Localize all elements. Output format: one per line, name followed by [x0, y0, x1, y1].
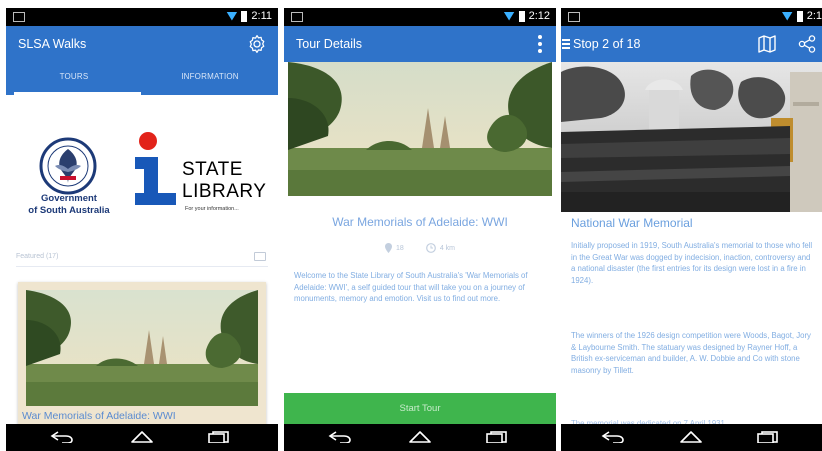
- tab-bar: TOURS INFORMATION: [6, 62, 278, 95]
- stop-hero-image: [561, 62, 822, 212]
- notification-icon: [13, 12, 25, 22]
- system-nav-bar: [284, 424, 556, 451]
- tour-title: War Memorials of Adelaide: WWI: [332, 215, 508, 229]
- wifi-icon: [503, 11, 515, 21]
- hamburger-menu-icon[interactable]: [562, 39, 570, 49]
- wifi-icon: [226, 11, 238, 21]
- state-library-logo-text: STATE LIBRARY: [182, 159, 267, 202]
- filter-icon[interactable]: [254, 252, 266, 261]
- tour-card-image: [26, 290, 258, 406]
- clock-icon: [425, 243, 436, 253]
- screen-tour-details: 2:12 Tour Details War Memorials of Adela…: [284, 8, 556, 451]
- system-nav-bar: [561, 424, 822, 451]
- battery-icon: [241, 10, 248, 22]
- status-bar: 2:1: [561, 8, 822, 26]
- status-time: 2:12: [528, 10, 550, 22]
- recents-icon[interactable]: [757, 431, 779, 443]
- system-nav-bar: [6, 424, 278, 451]
- back-arrow-icon[interactable]: [601, 431, 625, 443]
- location-pin-icon: [385, 243, 393, 253]
- tour-hero-picture: [288, 62, 552, 196]
- app-bar: SLSA Walks: [6, 26, 278, 62]
- filter-row[interactable]: Featured (17): [16, 251, 268, 267]
- stop-hero-picture: [561, 62, 822, 212]
- tour-description: Welcome to the State Library of South Au…: [294, 271, 528, 303]
- tour-distance: 4 km: [425, 243, 455, 253]
- logo-banner: Government of South Australia STATE LIBR…: [6, 103, 278, 233]
- wifi-icon: [781, 11, 793, 21]
- home-icon[interactable]: [408, 431, 432, 443]
- tour-meta: 18 4 km: [284, 243, 556, 253]
- share-icon[interactable]: [798, 35, 816, 53]
- app-title: Stop 2 of 18: [573, 37, 641, 51]
- status-time: 2:11: [251, 10, 272, 22]
- status-time: 2:1: [806, 10, 822, 22]
- app-title: Tour Details: [296, 37, 362, 51]
- back-arrow-icon[interactable]: [50, 431, 74, 443]
- library-tagline: For your information...: [185, 206, 239, 212]
- state-library-logo: [135, 132, 176, 205]
- tour-card-title: War Memorials of Adelaide: WWI: [22, 410, 176, 422]
- government-logo-text: Government of South Australia: [28, 193, 110, 216]
- screen-home: 2:11 SLSA Walks TOURS INFORMATION Govern…: [6, 8, 278, 451]
- stop-paragraph-1: Initially proposed in 1919, South Austra…: [571, 241, 813, 285]
- filter-label: Featured (17): [16, 253, 59, 260]
- map-icon[interactable]: [758, 35, 776, 53]
- tab-tours[interactable]: TOURS: [6, 62, 142, 95]
- app-title: SLSA Walks: [18, 37, 87, 51]
- status-bar: 2:12: [284, 8, 556, 26]
- back-arrow-icon[interactable]: [328, 431, 352, 443]
- recents-icon[interactable]: [208, 431, 230, 443]
- recents-icon[interactable]: [486, 431, 508, 443]
- stops-count: 18: [385, 243, 404, 253]
- stop-title: National War Memorial: [571, 216, 693, 230]
- battery-icon: [518, 10, 525, 22]
- app-bar: Stop 2 of 18: [561, 26, 822, 62]
- tab-indicator: [14, 92, 141, 95]
- tab-information[interactable]: INFORMATION: [142, 62, 278, 95]
- battery-icon: [796, 10, 803, 22]
- stop-paragraph-2: The winners of the 1926 design competiti…: [571, 331, 811, 375]
- kebab-menu-icon[interactable]: [538, 35, 542, 53]
- notification-icon: [291, 12, 303, 22]
- home-icon[interactable]: [679, 431, 703, 443]
- home-icon[interactable]: [130, 431, 154, 443]
- government-crest-logo: [39, 137, 97, 195]
- status-bar: 2:11: [6, 8, 278, 26]
- gear-icon[interactable]: [247, 34, 267, 54]
- app-bar: Tour Details: [284, 26, 556, 62]
- notification-icon: [568, 12, 580, 22]
- tour-hero-image: [288, 62, 552, 196]
- tour-card[interactable]: War Memorials of Adelaide: WWI: [18, 282, 266, 432]
- screen-stop-detail: 2:1 Stop 2 of 18 National War Memorial I…: [561, 8, 822, 451]
- start-tour-button[interactable]: Start Tour: [284, 393, 556, 425]
